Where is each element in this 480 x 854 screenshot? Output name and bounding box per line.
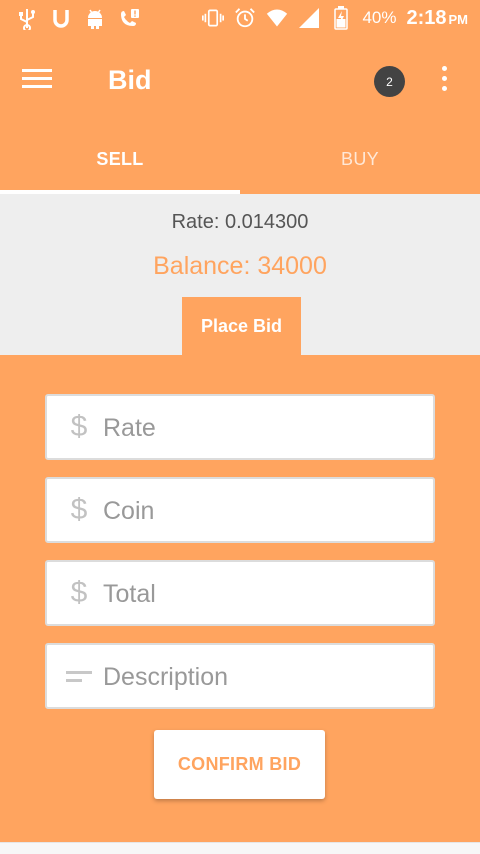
tab-sell-label: SELL bbox=[96, 148, 144, 169]
balance-text: Balance: 34000 bbox=[153, 252, 327, 280]
tab-sell[interactable]: SELL bbox=[0, 124, 240, 194]
clock: 2:18 PM bbox=[406, 7, 468, 30]
page-title: Bid bbox=[108, 65, 152, 95]
signal-icon bbox=[298, 6, 320, 30]
coin-input[interactable]: $ Coin bbox=[45, 477, 435, 543]
total-placeholder: Total bbox=[103, 580, 156, 608]
android-icon bbox=[84, 7, 106, 31]
short-text-icon bbox=[65, 659, 93, 693]
app-toolbar: Bid 2 bbox=[0, 38, 480, 124]
status-bar-left-icons bbox=[16, 7, 140, 31]
alarm-icon bbox=[234, 6, 256, 30]
dollar-icon: $ bbox=[70, 493, 88, 526]
place-bid-header: Place Bid bbox=[182, 297, 301, 355]
bid-info-panel: Rate: 0.014300 Balance: 34000 Place Bid bbox=[0, 194, 480, 355]
description-input[interactable]: Description bbox=[45, 643, 435, 709]
tab-buy-label: BUY bbox=[341, 148, 379, 169]
clock-ampm: PM bbox=[448, 11, 469, 27]
u-icon bbox=[50, 7, 72, 31]
battery-percent: 40% bbox=[362, 8, 397, 27]
wifi-icon bbox=[266, 6, 288, 30]
total-input[interactable]: $ Total bbox=[45, 560, 435, 626]
rate-placeholder: Rate bbox=[103, 414, 156, 442]
usb-icon bbox=[16, 7, 38, 31]
rate-input[interactable]: $ Rate bbox=[45, 394, 435, 460]
dollar-icon: $ bbox=[70, 576, 88, 609]
bottom-edge bbox=[0, 842, 480, 854]
dollar-icon: $ bbox=[70, 410, 88, 443]
battery-icon bbox=[330, 6, 352, 30]
coin-placeholder: Coin bbox=[103, 497, 155, 525]
tab-bar: SELL BUY bbox=[0, 124, 480, 194]
description-placeholder: Description bbox=[103, 663, 229, 691]
more-options-icon[interactable] bbox=[436, 66, 452, 96]
status-bar-right-icons: 40% 2:18 PM bbox=[202, 6, 468, 30]
vibrate-icon bbox=[202, 6, 225, 30]
status-bar: 40% 2:18 PM bbox=[0, 0, 480, 38]
clock-time: 2:18 bbox=[406, 6, 447, 29]
notification-badge[interactable]: 2 bbox=[374, 66, 405, 97]
tab-buy[interactable]: BUY bbox=[240, 124, 480, 194]
rate-text: Rate: 0.014300 bbox=[171, 211, 309, 233]
phone-alert-icon bbox=[118, 7, 140, 31]
hamburger-menu-icon[interactable] bbox=[22, 64, 62, 100]
confirm-bid-button[interactable]: CONFIRM BID bbox=[154, 730, 325, 799]
